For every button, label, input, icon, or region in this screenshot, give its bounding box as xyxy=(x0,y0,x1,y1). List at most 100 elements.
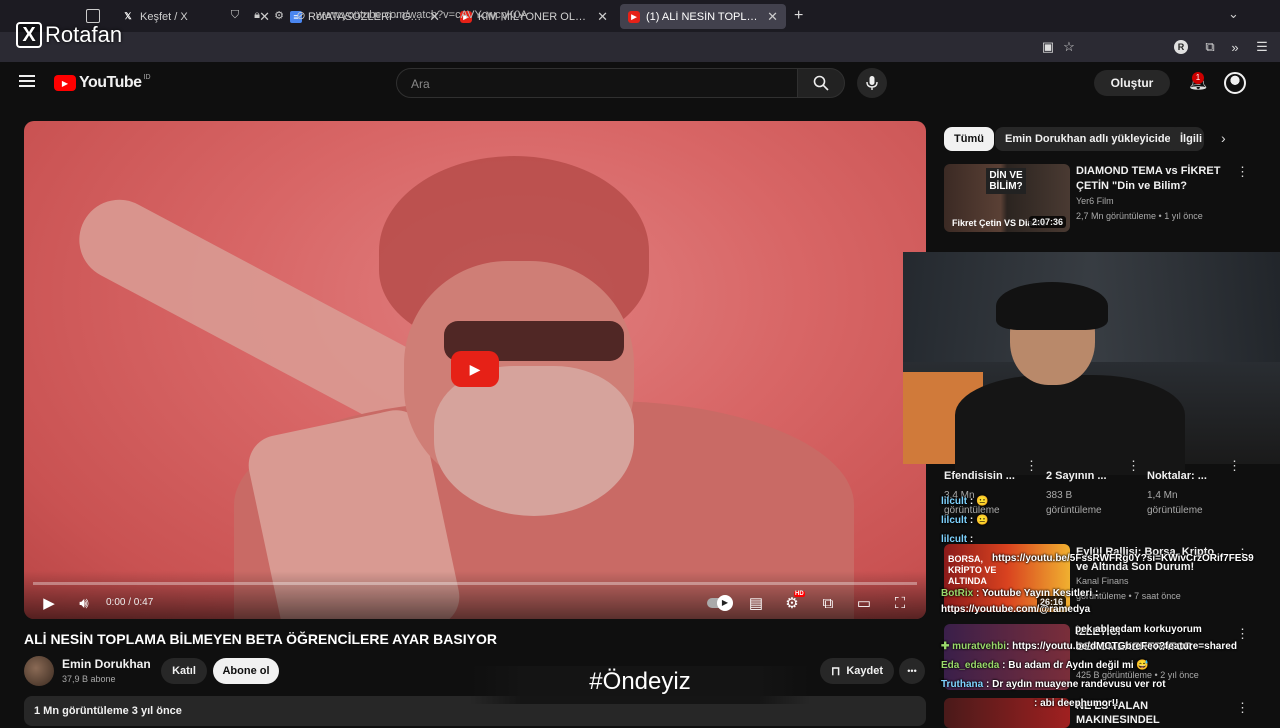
chat-message: BotRix : Youtube Yayın Kesitleri : xyxy=(941,588,1098,599)
url-text: www.youtube.com/watch?v=cAVYcwcpK0A xyxy=(316,9,528,21)
chat-message: lilcult : 😐 xyxy=(941,496,988,507)
chat-text: : https://youtu.be/dMCTGbreFeo?feature=s… xyxy=(1006,641,1237,652)
subscriber-count: 37,9 B abone xyxy=(62,674,116,684)
permissions-icon[interactable]: ⚙ xyxy=(272,8,286,22)
more-vert-icon[interactable]: ⋮ xyxy=(1025,458,1038,474)
chat-text: : Dr aydın muayene randevusu ver rot xyxy=(986,679,1166,690)
hamburger-menu-icon[interactable] xyxy=(19,75,35,87)
progress-bar[interactable] xyxy=(33,582,917,585)
rec-title-line-2[interactable]: MAKINESINDEL xyxy=(1076,713,1226,728)
video-player[interactable]: ▶ ▶ 🔊︎ 0:00 / 0:47 ▶ ▤ ⚙ HD ⧉ ▭ ⛶ xyxy=(24,121,926,619)
lock-icon[interactable]: 🔒︎ xyxy=(250,8,264,22)
browser-toolbar xyxy=(0,32,1280,62)
join-label: Katıl xyxy=(172,665,196,677)
view-count-date: 1 Mn görüntüleme 3 yıl önce xyxy=(34,705,182,717)
more-vert-icon[interactable]: ⋮ xyxy=(1127,458,1140,474)
chevron-right-icon[interactable]: › xyxy=(1221,130,1226,146)
time-display: 0:00 / 0:47 xyxy=(106,597,154,608)
theater-mode-icon[interactable]: ▭ xyxy=(854,593,874,613)
chat-text: : 😐 xyxy=(969,496,989,507)
voice-search-button[interactable] xyxy=(857,68,887,98)
chat-text: : Bu adam dr Aydın değil mi 😅 xyxy=(1002,660,1149,671)
rec-meta: 2,7 Mn görüntüleme • 1 yıl önce xyxy=(1076,211,1203,221)
notification-badge: 1 xyxy=(1192,72,1204,84)
chat-message: Truthana : Dr aydın muayene randevusu ve… xyxy=(941,679,1166,690)
rec-channel[interactable]: Kanal Finans xyxy=(1076,576,1129,586)
more-vert-icon[interactable]: ⋮ xyxy=(1228,458,1241,474)
tab-overview-icon[interactable] xyxy=(86,9,100,23)
youtube-logo[interactable]: ▶ YouTube ID xyxy=(54,74,151,92)
address-bar[interactable]: ⛉ 🔒︎ ⚙ ⊘ www.youtube.com/watch?v=cAVYcwc… xyxy=(228,4,1088,26)
chip-related[interactable]: İlgili xyxy=(1170,127,1204,151)
shield-icon[interactable]: ⛉ xyxy=(228,8,242,22)
search-button[interactable] xyxy=(797,68,845,98)
more-vert-icon[interactable]: ⋮ xyxy=(1236,700,1249,716)
bookmark-star-icon[interactable]: ☆ xyxy=(1061,39,1077,55)
x-logo-icon: X xyxy=(16,22,42,48)
chat-text: : 😐 xyxy=(969,515,989,526)
menu-icon[interactable]: ☰ xyxy=(1254,39,1270,55)
chevron-down-icon[interactable]: ⌄ xyxy=(1228,6,1239,22)
play-icon: ▶ xyxy=(469,360,481,377)
chat-text: : xyxy=(969,534,974,545)
extensions-icon[interactable]: ⧉ xyxy=(1202,39,1218,55)
watermark-text: Rotafan xyxy=(45,22,123,47)
overflow-icon[interactable]: » xyxy=(1227,39,1243,55)
account-avatar[interactable] xyxy=(1224,72,1246,94)
chat-message: Eda_edaeda : Bu adam dr Aydın değil mi 😅 xyxy=(941,660,1149,671)
short-title[interactable]: 2 Sayının ... xyxy=(1046,469,1107,484)
save-button[interactable]: ⊓ Kaydet xyxy=(820,658,894,684)
chat-message: ✚ muratvehbi: https://youtu.be/dMCTGbreF… xyxy=(941,641,1237,652)
autoplay-toggle[interactable]: ▶ xyxy=(707,595,733,611)
video-title: ALİ NESİN TOPLAMA BİLMEYEN BETA ÖĞRENCİL… xyxy=(24,631,497,647)
stream-watermark: X Rotafan xyxy=(16,22,122,48)
rec-title[interactable]: DIAMOND TEMA vs FİKRET ÇETİN "Din ve Bil… xyxy=(1076,164,1226,194)
chat-text: pek ablaedam korkuyorum xyxy=(1075,624,1202,635)
more-vert-icon[interactable]: ⋮ xyxy=(1236,164,1249,180)
country-code: ID xyxy=(143,74,151,81)
thumb-text-top: DİN VE BİLİM? xyxy=(986,168,1026,194)
create-button[interactable]: Oluştur xyxy=(1094,70,1170,96)
reader-mode-icon[interactable]: ▣ xyxy=(1040,39,1056,55)
short-views: 1,4 Mn xyxy=(1147,490,1178,501)
chip-label: Tümü xyxy=(954,133,984,145)
short-views-label: görüntüleme xyxy=(1046,505,1102,516)
more-actions-button[interactable]: ••• xyxy=(899,658,925,684)
chat-message: : abi deephumor!! xyxy=(1034,698,1118,709)
chip-label: İlgili xyxy=(1180,133,1202,145)
chat-user: Eda_edaeda xyxy=(941,660,1000,671)
short-title[interactable]: Efendisisin ... xyxy=(944,469,1015,484)
miniplayer-icon[interactable]: ⧉ xyxy=(818,593,838,613)
short-title[interactable]: Noktalar: ... xyxy=(1147,469,1207,484)
x-logo-icon: 𝕏 xyxy=(124,11,132,21)
youtube-play-icon: ▶ xyxy=(54,75,76,91)
chip-all[interactable]: Tümü xyxy=(944,127,994,151)
chat-text: https://youtube.com/@ramedya xyxy=(941,604,1091,615)
volume-icon[interactable]: 🔊︎ xyxy=(74,593,94,613)
chat-user: Truthana xyxy=(941,679,984,690)
rec-thumbnail[interactable]: DİN VE BİLİM? Fikret Çetin VS Diamo 2:07… xyxy=(944,164,1070,232)
channel-avatar[interactable] xyxy=(24,656,54,686)
play-icon[interactable]: ▶ xyxy=(39,593,59,613)
tracking-blocked-icon[interactable]: ⊘ xyxy=(294,8,308,22)
rec-channel[interactable]: Yer6 Film xyxy=(1076,196,1114,206)
channel-name[interactable]: Emin Dorukhan xyxy=(62,657,151,671)
fullscreen-icon[interactable]: ⛶ xyxy=(890,593,910,613)
search-input[interactable]: Ara xyxy=(396,68,798,98)
subscribe-label: Abone ol xyxy=(222,665,270,677)
chip-from-uploader[interactable]: Emin Dorukhan adlı yükleyiciden xyxy=(995,127,1188,151)
join-button[interactable]: Katıl xyxy=(161,658,207,684)
plus-icon: ✚ xyxy=(941,641,950,652)
search-icon xyxy=(813,75,829,91)
chat-user: BotRix xyxy=(941,588,974,599)
subscribe-button[interactable]: Abone ol xyxy=(213,658,279,684)
more-vert-icon[interactable]: ⋮ xyxy=(1236,626,1249,642)
create-label: Oluştur xyxy=(1110,76,1154,90)
profile-avatar[interactable]: R xyxy=(1174,40,1188,54)
chat-text: https://youtu.be/5FssRWFRg0Y?si=KWivCrzO… xyxy=(992,553,1254,564)
microphone-icon xyxy=(866,76,878,90)
duration-badge: 2:07:36 xyxy=(1028,216,1066,228)
subtitles-icon[interactable]: ▤ xyxy=(746,593,766,613)
chat-user: lilcult xyxy=(941,515,968,526)
large-play-button[interactable]: ▶ xyxy=(451,351,499,387)
